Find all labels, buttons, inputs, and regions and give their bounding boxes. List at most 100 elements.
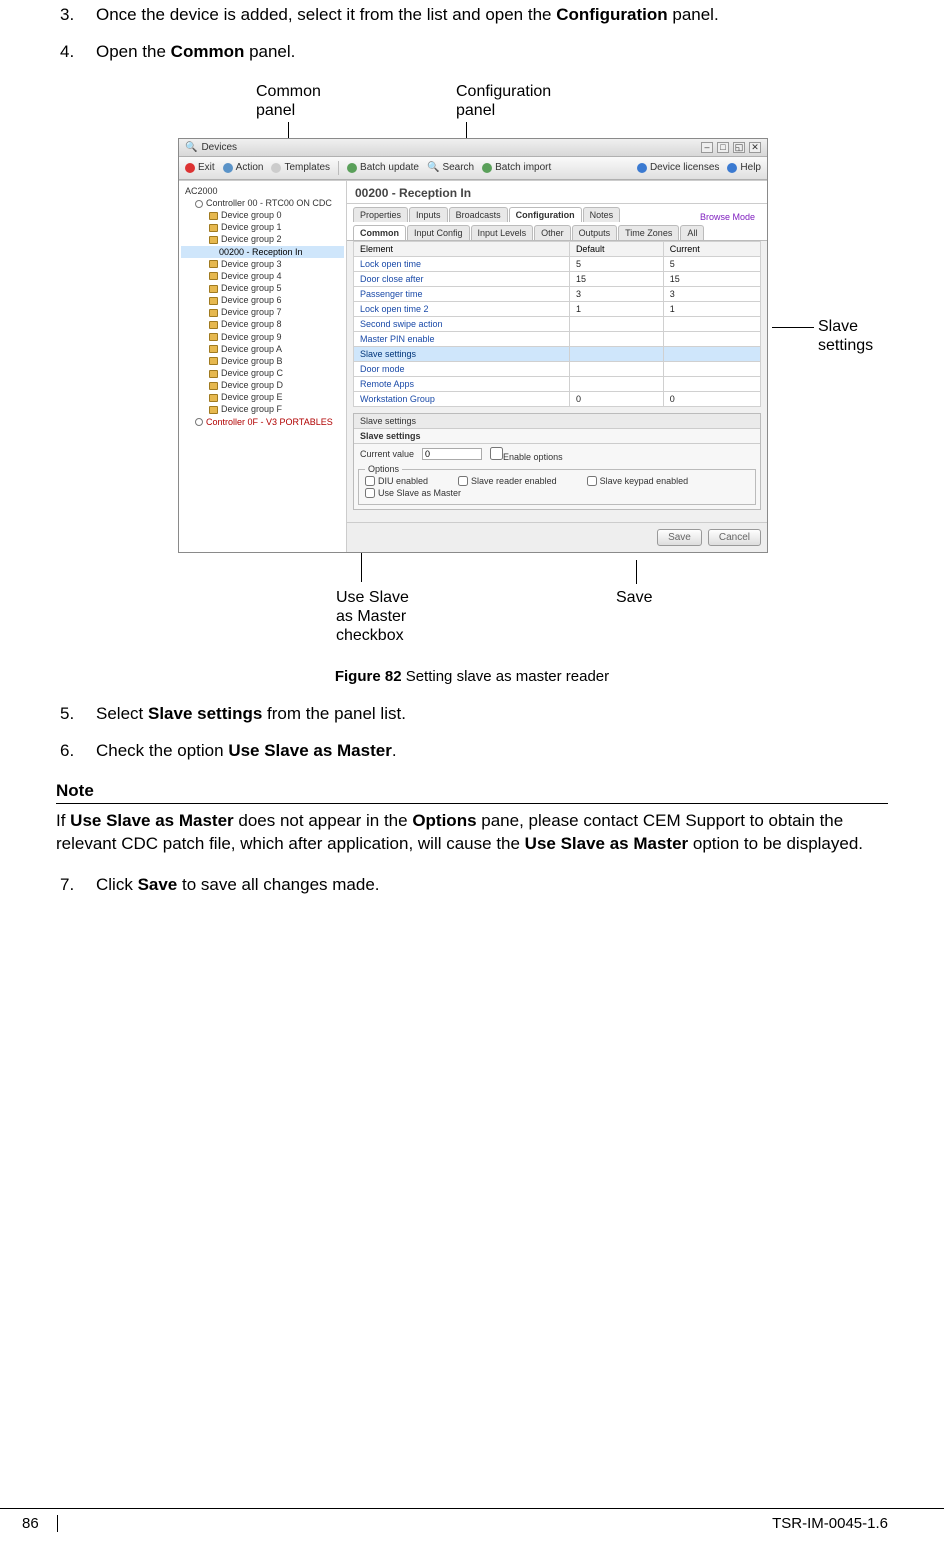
toolbar-search[interactable]: 🔍Search xyxy=(427,162,474,173)
tree-item[interactable]: 00200 - Reception In xyxy=(181,246,344,258)
opt-slave-keypad[interactable]: Slave keypad enabled xyxy=(587,476,689,486)
page-number: 86 xyxy=(22,1515,58,1532)
maximize-button[interactable]: □ xyxy=(717,142,729,153)
toolbar-batch-import[interactable]: Batch import xyxy=(482,162,551,173)
tree-item[interactable]: Device group D xyxy=(181,379,344,391)
tab-broadcasts[interactable]: Broadcasts xyxy=(449,207,508,222)
toolbar-batch-update[interactable]: Batch update xyxy=(347,162,419,173)
tree-item[interactable]: Device group 0 xyxy=(181,209,344,221)
tree-item[interactable]: Device group 1 xyxy=(181,221,344,233)
table-row[interactable]: Door mode xyxy=(354,361,761,376)
close-button[interactable]: ✕ xyxy=(749,142,761,153)
toolbar-help[interactable]: Help xyxy=(727,162,761,173)
tree-item[interactable]: Device group E xyxy=(181,391,344,403)
table-row[interactable]: Passenger time33 xyxy=(354,286,761,301)
table-row[interactable]: Master PIN enable xyxy=(354,331,761,346)
subtab-other[interactable]: Other xyxy=(534,225,571,240)
tree-label: Controller 00 - RTC00 ON CDC xyxy=(206,198,332,208)
tree-item[interactable]: Device group 8 xyxy=(181,318,344,330)
tree-item[interactable]: Device group 3 xyxy=(181,258,344,270)
tree-item[interactable]: Controller 00 - RTC00 ON CDC xyxy=(181,197,344,209)
cell-default: 3 xyxy=(569,286,663,301)
subtab-outputs[interactable]: Outputs xyxy=(572,225,618,240)
folder-icon xyxy=(209,394,218,402)
tree-item[interactable]: Controller 0F - V3 PORTABLES xyxy=(181,416,344,428)
toolbar-action[interactable]: Action xyxy=(223,162,264,173)
tree-item[interactable]: Device group A xyxy=(181,343,344,355)
subtab-time-zones[interactable]: Time Zones xyxy=(618,225,679,240)
cell-element: Slave settings xyxy=(354,346,570,361)
restore-button[interactable]: ◱ xyxy=(733,142,745,153)
tree-item[interactable]: Device group C xyxy=(181,367,344,379)
tree-item[interactable]: Device group 4 xyxy=(181,270,344,282)
step-6: Check the option Use Slave as Master. xyxy=(56,740,888,763)
subtab-input-levels[interactable]: Input Levels xyxy=(471,225,534,240)
tree-item[interactable]: Device group 6 xyxy=(181,294,344,306)
titlebar: 🔍 Devices – □ ◱ ✕ xyxy=(179,139,767,157)
toolbar-exit[interactable]: Exit xyxy=(185,162,215,173)
cell-current xyxy=(663,316,760,331)
tree-item[interactable]: Device group F xyxy=(181,403,344,415)
cell-default xyxy=(569,376,663,391)
folder-icon xyxy=(209,309,218,317)
tree-label: Device group 7 xyxy=(221,307,282,317)
cancel-button[interactable]: Cancel xyxy=(708,529,761,546)
cell-default: 1 xyxy=(569,301,663,316)
opt-slave-reader[interactable]: Slave reader enabled xyxy=(458,476,557,486)
table-row[interactable]: Second swipe action xyxy=(354,316,761,331)
tree-item[interactable]: Device group 5 xyxy=(181,282,344,294)
tab-configuration[interactable]: Configuration xyxy=(509,207,582,222)
tabs-primary: PropertiesInputsBroadcastsConfigurationN… xyxy=(347,204,767,222)
page-footer: 86 TSR-IM-0045-1.6 xyxy=(0,1508,944,1532)
opt-use-slave-as-master[interactable]: Use Slave as Master xyxy=(365,488,461,498)
toolbar-templates[interactable]: Templates xyxy=(271,162,330,173)
slave-settings-pane: Slave settings Slave settings Current va… xyxy=(353,413,761,510)
opt-diu[interactable]: DIU enabled xyxy=(365,476,428,486)
tree-item[interactable]: Device group 7 xyxy=(181,306,344,318)
subtab-common[interactable]: Common xyxy=(353,225,406,240)
step-7: Click Save to save all changes made. xyxy=(56,874,888,897)
folder-icon xyxy=(209,333,218,341)
cell-element: Second swipe action xyxy=(354,316,570,331)
tree-item[interactable]: AC2000 xyxy=(181,185,344,197)
device-tree[interactable]: AC2000Controller 00 - RTC00 ON CDCDevice… xyxy=(179,181,347,552)
save-button[interactable]: Save xyxy=(657,529,702,546)
table-row[interactable]: Lock open time55 xyxy=(354,256,761,271)
cell-element: Lock open time 2 xyxy=(354,301,570,316)
options-legend: Options xyxy=(365,464,402,474)
slave-pane-subtitle: Slave settings xyxy=(354,429,760,444)
step-5: Select Slave settings from the panel lis… xyxy=(56,703,888,726)
toolbar-device-licenses[interactable]: Device licenses xyxy=(637,162,719,173)
tree-label: 00200 - Reception In xyxy=(219,247,303,257)
subtab-input-config[interactable]: Input Config xyxy=(407,225,470,240)
table-row[interactable]: Remote Apps xyxy=(354,376,761,391)
doc-id: TSR-IM-0045-1.6 xyxy=(772,1515,888,1532)
cell-element: Remote Apps xyxy=(354,376,570,391)
tree-item[interactable]: Device group 2 xyxy=(181,233,344,245)
folder-icon xyxy=(209,272,218,280)
step-list-5-6: Select Slave settings from the panel lis… xyxy=(56,703,888,763)
table-row[interactable]: Workstation Group00 xyxy=(354,391,761,406)
tree-item[interactable]: Device group 9 xyxy=(181,331,344,343)
cell-current: 5 xyxy=(663,256,760,271)
settings-grid[interactable]: ElementDefaultCurrentLock open time55Doo… xyxy=(353,241,761,407)
table-row[interactable]: Slave settings xyxy=(354,346,761,361)
tab-properties[interactable]: Properties xyxy=(353,207,408,222)
enable-options-checkbox[interactable]: Enable options xyxy=(490,447,563,462)
table-row[interactable]: Door close after1515 xyxy=(354,271,761,286)
folder-icon xyxy=(209,357,218,365)
current-value-input[interactable] xyxy=(422,448,482,460)
tab-inputs[interactable]: Inputs xyxy=(409,207,448,222)
tabs-secondary: CommonInput ConfigInput LevelsOtherOutpu… xyxy=(347,222,767,241)
figure-82-diagram: Commonpanel Configurationpanel Slavesett… xyxy=(56,82,888,662)
tree-item[interactable]: Device group B xyxy=(181,355,344,367)
cell-default xyxy=(569,316,663,331)
tab-notes[interactable]: Notes xyxy=(583,207,621,222)
table-row[interactable]: Lock open time 211 xyxy=(354,301,761,316)
tree-label: Device group 3 xyxy=(221,259,282,269)
subtab-all[interactable]: All xyxy=(680,225,704,240)
note-body: If Use Slave as Master does not appear i… xyxy=(56,810,888,856)
minimize-button[interactable]: – xyxy=(701,142,713,153)
cell-default: 5 xyxy=(569,256,663,271)
folder-icon xyxy=(209,297,218,305)
